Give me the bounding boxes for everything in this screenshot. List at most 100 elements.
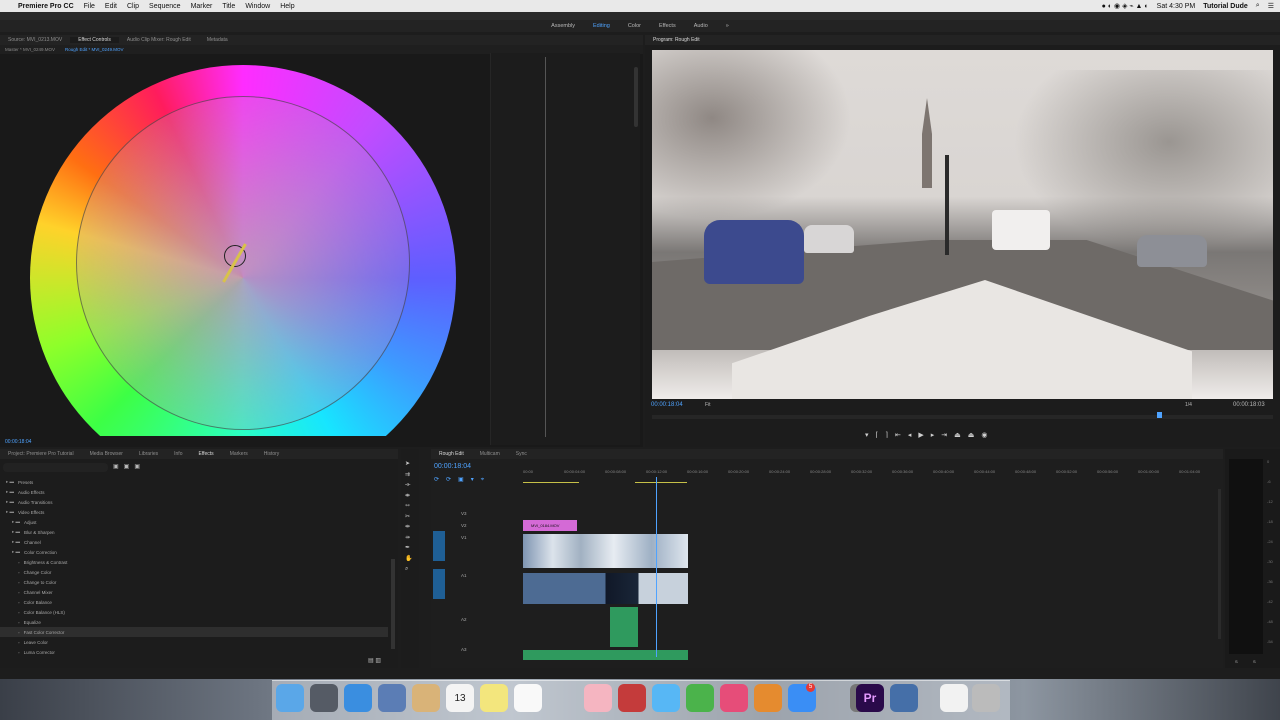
menubar-user[interactable]: Tutorial Dude <box>1203 3 1248 10</box>
mark-in-icon[interactable]: ▾ <box>865 432 876 439</box>
effects-tree-item[interactable]: ▫ Fast Color Corrector <box>0 627 388 637</box>
work-area-bar[interactable] <box>523 482 579 483</box>
track-target-toggle[interactable] <box>433 569 445 599</box>
master-clip-label[interactable]: Master * MVI_0249.MOV <box>5 47 55 52</box>
effects-tree-item[interactable]: ▫ Color Balance <box>0 597 388 607</box>
effects-filter-icons[interactable]: ▣▣▣ <box>113 463 145 470</box>
timeline-ruler[interactable]: 00:00 00:00:04:00 00:00:08:00 00:00:12:00 00… <box>523 469 1213 479</box>
tab-effects[interactable]: Effects <box>190 451 221 457</box>
ec-playhead[interactable] <box>545 57 546 437</box>
tab-markers[interactable]: Markers <box>222 451 256 457</box>
hand-tool-icon[interactable]: ✋ <box>405 554 412 565</box>
tab-libraries[interactable]: Libraries <box>131 451 166 457</box>
menu-sequence[interactable]: Sequence <box>149 3 181 10</box>
ec-timecode[interactable]: 00:00:18:04 <box>5 439 31 445</box>
program-scrub-bar[interactable] <box>652 412 1273 419</box>
timeline-timecode[interactable]: 00:00:18:04 <box>434 463 471 470</box>
dock-premiere-pro-icon[interactable]: Pr <box>856 684 884 712</box>
goto-in-icon[interactable]: ⇤ <box>895 432 908 439</box>
effects-tree-item[interactable]: ▸ ▬ Color Correction <box>0 547 388 557</box>
track-header-a1[interactable]: A1 <box>431 569 521 599</box>
dock-calendar-icon[interactable]: 13 <box>446 684 474 712</box>
mark-out-icon[interactable]: ⌈ <box>876 432 886 439</box>
audio-clip-a2[interactable] <box>610 607 638 647</box>
goto-out-icon[interactable]: ⇥ <box>941 432 954 439</box>
step-forward-icon[interactable]: ▸ <box>931 432 942 439</box>
workspace-assembly[interactable]: Assembly <box>551 23 575 29</box>
tab-sync[interactable]: Sync <box>508 451 535 457</box>
effects-tree-item[interactable]: ▸ ▬ Channel <box>0 537 388 547</box>
effects-tree-item[interactable]: ▫ Brightness & Contrast <box>0 557 388 567</box>
effects-tree-item[interactable]: ▫ Leave Color <box>0 637 388 647</box>
menu-help[interactable]: Help <box>280 3 294 10</box>
meter-solo-left[interactable]: S <box>1235 659 1238 664</box>
dock-messages-icon[interactable] <box>652 684 680 712</box>
effects-tree-item[interactable]: ▫ Color Balance (HLS) <box>0 607 388 617</box>
slip-tool-icon[interactable]: ⇹ <box>405 522 412 533</box>
sequence-clip-label[interactable]: Rough Edit * MVI_0249.MOV <box>65 47 124 52</box>
notification-icon[interactable]: ☰ <box>1268 2 1274 10</box>
video-clip-v1[interactable] <box>523 534 688 568</box>
rate-stretch-tool-icon[interactable]: ⇿ <box>405 501 412 512</box>
dock-quicktime-icon[interactable] <box>890 684 918 712</box>
effects-tree-item[interactable]: ▫ Equalize <box>0 617 388 627</box>
dock-launchpad-icon[interactable] <box>310 684 338 712</box>
menu-title[interactable]: Title <box>222 3 235 10</box>
dock-textedit-icon[interactable] <box>514 684 542 712</box>
menubar-clock[interactable]: Sat 4:30 PM <box>1157 3 1196 10</box>
track-target-toggle[interactable] <box>433 531 445 561</box>
timeline-scrollbar[interactable] <box>1218 489 1221 639</box>
menu-file[interactable]: File <box>84 3 95 10</box>
track-header-v3[interactable]: V3 <box>431 511 521 521</box>
step-back-icon[interactable]: ◂ <box>908 432 919 439</box>
mark-clip-icon[interactable]: ⌉ <box>885 432 895 439</box>
effects-tree-item[interactable]: ▫ Change Color <box>0 567 388 577</box>
workspace-effects[interactable]: Effects <box>659 23 676 29</box>
tab-metadata[interactable]: Metadata <box>199 37 236 43</box>
tab-source[interactable]: Source: MVI_0213.MOV <box>0 37 70 43</box>
dock-safari-icon[interactable] <box>344 684 372 712</box>
effects-tree-item[interactable]: ▸ ▬ Audio Transitions <box>0 497 388 507</box>
effects-tree-item[interactable]: ▸ ▬ Presets <box>0 477 388 487</box>
ripple-edit-tool-icon[interactable]: ⟛ <box>405 480 412 491</box>
program-timecode-left[interactable]: 00:00:18:04 <box>651 402 683 408</box>
effects-tree-item[interactable]: ▫ Change to Color <box>0 577 388 587</box>
lift-icon[interactable]: ⏏ <box>954 432 968 439</box>
status-icons[interactable]: ● ◐ ◉ ◈ ⌁ ▲ ◐ <box>1102 2 1149 10</box>
new-bin-icon[interactable]: ▤ ▥ <box>368 657 381 664</box>
menu-marker[interactable]: Marker <box>191 3 213 10</box>
work-area-bar-2[interactable] <box>635 482 687 483</box>
dock-facetime-icon[interactable] <box>686 684 714 712</box>
effects-scrollbar[interactable] <box>391 559 395 649</box>
tab-project[interactable]: Project: Premiere Pro Tutorial <box>0 451 82 457</box>
dock-contacts-icon[interactable] <box>412 684 440 712</box>
menu-window[interactable]: Window <box>245 3 270 10</box>
dock-photos-icon[interactable] <box>584 684 612 712</box>
effects-search-input[interactable] <box>3 463 108 472</box>
tab-rough-edit[interactable]: Rough Edit <box>431 451 472 457</box>
export-frame-icon[interactable]: ◉ <box>981 432 994 439</box>
tab-effect-controls[interactable]: Effect Controls <box>70 37 119 43</box>
dock-itunes-icon[interactable] <box>720 684 748 712</box>
spotlight-icon[interactable]: ⌕ <box>1256 2 1260 10</box>
razor-tool-icon[interactable]: ✂ <box>405 512 412 523</box>
rolling-edit-tool-icon[interactable]: ⇼ <box>405 491 412 502</box>
dock-notes-icon[interactable] <box>480 684 508 712</box>
dock-trash-icon[interactable] <box>972 684 1000 712</box>
tab-info[interactable]: Info <box>166 451 190 457</box>
zoom-tool-icon[interactable]: ⌕ <box>405 564 412 575</box>
effects-tree-item[interactable]: ▸ ▬ Adjust <box>0 517 388 527</box>
effects-tree-item[interactable]: ▸ ▬ Video Effects <box>0 507 388 517</box>
tab-history[interactable]: History <box>256 451 288 457</box>
effects-tree-item[interactable]: ▸ ▬ Blur & Sharpen <box>0 527 388 537</box>
program-playhead[interactable] <box>1157 412 1162 418</box>
selection-tool-icon[interactable]: ➤ <box>405 459 412 470</box>
workspace-audio[interactable]: Audio <box>694 23 708 29</box>
track-header-a2[interactable]: A2 <box>431 617 521 627</box>
fit-dropdown[interactable]: Fit <box>705 402 711 408</box>
effects-tree-item[interactable]: ▫ Luma Corrector <box>0 647 388 657</box>
effects-tree-item[interactable]: ▸ ▬ Audio Effects <box>0 487 388 497</box>
menu-clip[interactable]: Clip <box>127 3 139 10</box>
extract-icon[interactable]: ⏏ <box>968 432 982 439</box>
track-select-tool-icon[interactable]: ⇉ <box>405 470 412 481</box>
